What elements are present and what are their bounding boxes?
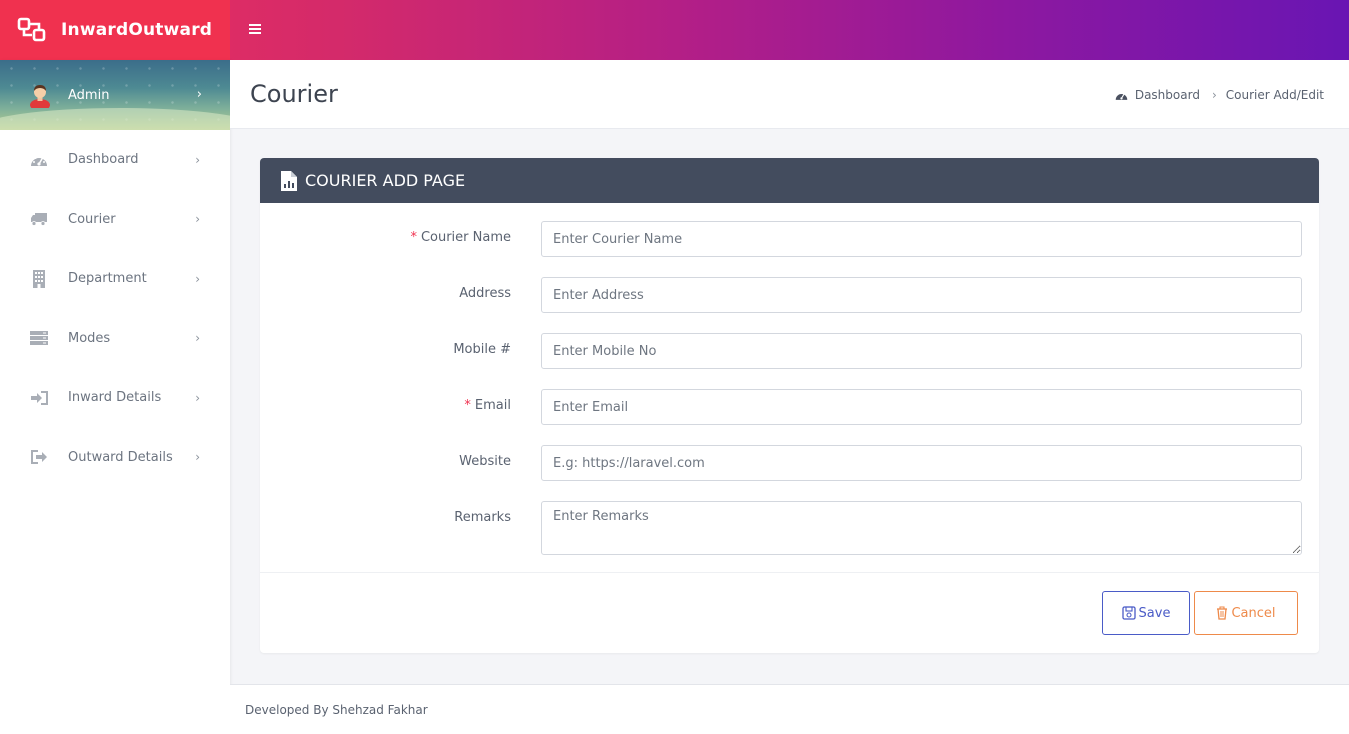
breadcrumb-current: Courier Add/Edit bbox=[1225, 88, 1324, 102]
dashboard-icon bbox=[30, 152, 48, 168]
email-input[interactable] bbox=[541, 389, 1302, 425]
server-icon bbox=[30, 330, 48, 346]
content-header: Courier Dashboard › Courier Add/Edit bbox=[230, 60, 1349, 129]
cancel-label: Cancel bbox=[1231, 605, 1276, 621]
courier-name-input[interactable] bbox=[541, 221, 1302, 257]
card-divider bbox=[260, 572, 1319, 573]
sidebar: Admin › Dashboard › Courier › Department… bbox=[0, 60, 230, 734]
chevron-right-icon: › bbox=[1211, 88, 1217, 102]
chevron-right-icon: › bbox=[195, 271, 200, 286]
required-marker: * bbox=[410, 230, 417, 245]
trash-icon bbox=[1217, 606, 1228, 620]
breadcrumb: Dashboard › Courier Add/Edit bbox=[1115, 88, 1324, 102]
chevron-right-icon: › bbox=[196, 87, 202, 102]
dashboard-icon bbox=[1115, 93, 1128, 100]
address-input[interactable] bbox=[541, 277, 1302, 313]
sidebar-item-dashboard[interactable]: Dashboard › bbox=[0, 130, 230, 190]
chevron-right-icon: › bbox=[195, 331, 200, 346]
mobile-input[interactable] bbox=[541, 333, 1302, 369]
sidebar-item-label: Department bbox=[68, 271, 147, 287]
sidebar-nav: Dashboard › Courier › Department › Modes… bbox=[0, 130, 230, 487]
sidebar-item-label: Courier bbox=[68, 211, 116, 227]
cancel-button[interactable]: Cancel bbox=[1194, 591, 1298, 635]
footer: Developed By Shehzad Fakhar bbox=[230, 684, 1349, 734]
sidebar-item-label: Modes bbox=[68, 330, 111, 346]
courier-name-label: * Courier Name bbox=[410, 230, 511, 245]
file-chart-icon bbox=[281, 170, 297, 191]
chevron-right-icon: › bbox=[195, 450, 200, 465]
truck-icon bbox=[30, 211, 48, 227]
hamburger-icon[interactable] bbox=[249, 24, 261, 34]
email-label: * Email bbox=[464, 398, 511, 413]
sidebar-item-department[interactable]: Department › bbox=[0, 249, 230, 309]
card-title: COURIER ADD PAGE bbox=[305, 171, 466, 190]
save-icon bbox=[1121, 606, 1136, 620]
app-name: InwardOutward bbox=[61, 20, 213, 40]
sidebar-item-label: Inward Details bbox=[68, 390, 162, 406]
user-panel[interactable]: Admin › bbox=[0, 60, 230, 130]
required-marker: * bbox=[464, 398, 471, 413]
remarks-label: Remarks bbox=[454, 510, 511, 525]
brand[interactable]: InwardOutward bbox=[0, 0, 230, 60]
courier-form-card: COURIER ADD PAGE *Courier Name Address M… bbox=[260, 158, 1319, 653]
user-name: Admin bbox=[68, 87, 110, 103]
sidebar-item-outward-details[interactable]: Outward Details › bbox=[0, 428, 230, 488]
website-label: Website bbox=[459, 454, 511, 469]
chevron-right-icon: › bbox=[195, 390, 200, 405]
footer-credit: Developed By Shehzad Fakhar bbox=[245, 703, 428, 717]
website-input[interactable] bbox=[541, 445, 1302, 481]
building-icon bbox=[30, 269, 48, 288]
top-navbar: InwardOutward bbox=[0, 0, 1349, 60]
sidebar-item-label: Dashboard bbox=[68, 152, 139, 168]
mobile-label: Mobile # bbox=[453, 342, 511, 357]
sidebar-item-courier[interactable]: Courier › bbox=[0, 190, 230, 250]
page-title: Courier bbox=[250, 80, 338, 108]
sidebar-item-label: Outward Details bbox=[68, 449, 173, 465]
address-label: Address bbox=[459, 286, 511, 301]
chevron-right-icon: › bbox=[195, 152, 200, 167]
remarks-textarea[interactable] bbox=[541, 501, 1302, 555]
logo-icon bbox=[17, 17, 46, 42]
save-button[interactable]: Save bbox=[1102, 591, 1190, 635]
chevron-right-icon: › bbox=[195, 212, 200, 227]
sign-out-icon bbox=[30, 449, 48, 465]
avatar-icon bbox=[30, 85, 50, 108]
sidebar-item-modes[interactable]: Modes › bbox=[0, 309, 230, 369]
sign-in-icon bbox=[30, 390, 48, 406]
card-header: COURIER ADD PAGE bbox=[260, 158, 1319, 203]
breadcrumb-link-dashboard[interactable]: Dashboard bbox=[1135, 88, 1200, 102]
sidebar-item-inward-details[interactable]: Inward Details › bbox=[0, 368, 230, 428]
save-label: Save bbox=[1138, 605, 1171, 621]
